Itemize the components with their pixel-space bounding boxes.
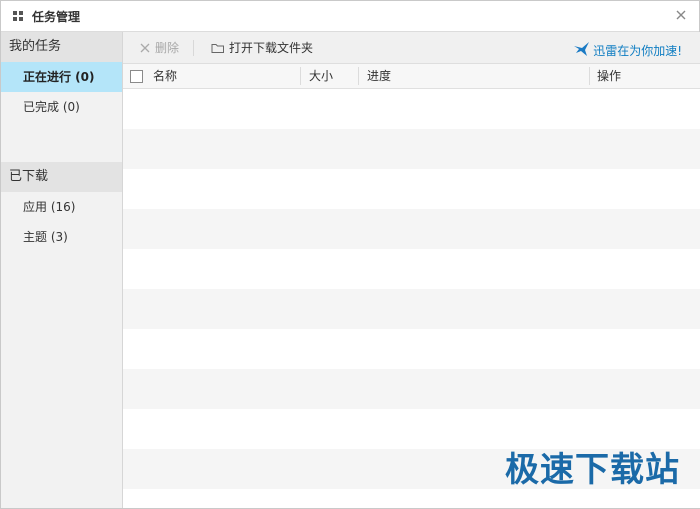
column-header-actions[interactable]: 操作 [597, 64, 621, 88]
delete-icon [140, 43, 150, 53]
empty-row [123, 129, 700, 169]
watermark-text: 极速下载站 [505, 450, 680, 490]
title-bar: 任务管理 [1, 1, 699, 32]
column-header-progress[interactable]: 进度 [367, 64, 391, 88]
empty-row [123, 489, 700, 508]
window-title: 任务管理 [32, 10, 81, 24]
column-divider[interactable] [589, 67, 590, 85]
empty-row [123, 89, 700, 129]
empty-row [123, 289, 700, 329]
empty-row [123, 369, 700, 409]
column-divider[interactable] [300, 67, 301, 85]
close-icon[interactable] [673, 7, 689, 23]
empty-row [123, 249, 700, 289]
column-header-size[interactable]: 大小 [309, 64, 333, 88]
table-header: 名称 大小 进度 操作 [123, 64, 700, 89]
empty-row [123, 329, 700, 369]
delete-label: 删除 [155, 41, 180, 55]
folder-icon [211, 44, 224, 53]
accelerate-link[interactable]: 迅雷在为你加速! [573, 40, 682, 58]
sidebar-group-downloaded: 已下载 [1, 162, 122, 192]
toolbar: 删除 打开下载文件夹 迅雷在为你加速! [123, 32, 700, 64]
delete-button[interactable]: 删除 [139, 40, 179, 56]
grid-icon [13, 11, 23, 21]
column-header-name[interactable]: 名称 [153, 64, 177, 88]
select-all-checkbox[interactable] [130, 70, 143, 83]
sidebar-item-apps[interactable]: 应用 (16) [1, 192, 122, 222]
open-folder-label: 打开下载文件夹 [229, 41, 314, 55]
sidebar-item-themes[interactable]: 主题 (3) [1, 222, 122, 252]
column-divider[interactable] [358, 67, 359, 85]
main-panel: 删除 打开下载文件夹 迅雷在为你加速! 名称 大小 进度 操作 [123, 32, 700, 508]
task-manager-window: 任务管理 我的任务 正在进行 (0) 已完成 (0) 已下载 应用 (16) 主… [0, 0, 700, 509]
accelerate-label: 迅雷在为你加速! [593, 44, 682, 58]
toolbar-divider [193, 40, 194, 56]
empty-row [123, 169, 700, 209]
open-folder-button[interactable]: 打开下载文件夹 [211, 40, 313, 56]
sidebar: 我的任务 正在进行 (0) 已完成 (0) 已下载 应用 (16) 主题 (3) [1, 32, 123, 508]
sidebar-group-my-tasks: 我的任务 [1, 32, 122, 62]
bird-icon [574, 42, 590, 56]
empty-row [123, 209, 700, 249]
sidebar-item-in-progress[interactable]: 正在进行 (0) [1, 62, 122, 92]
sidebar-item-completed[interactable]: 已完成 (0) [1, 92, 122, 122]
